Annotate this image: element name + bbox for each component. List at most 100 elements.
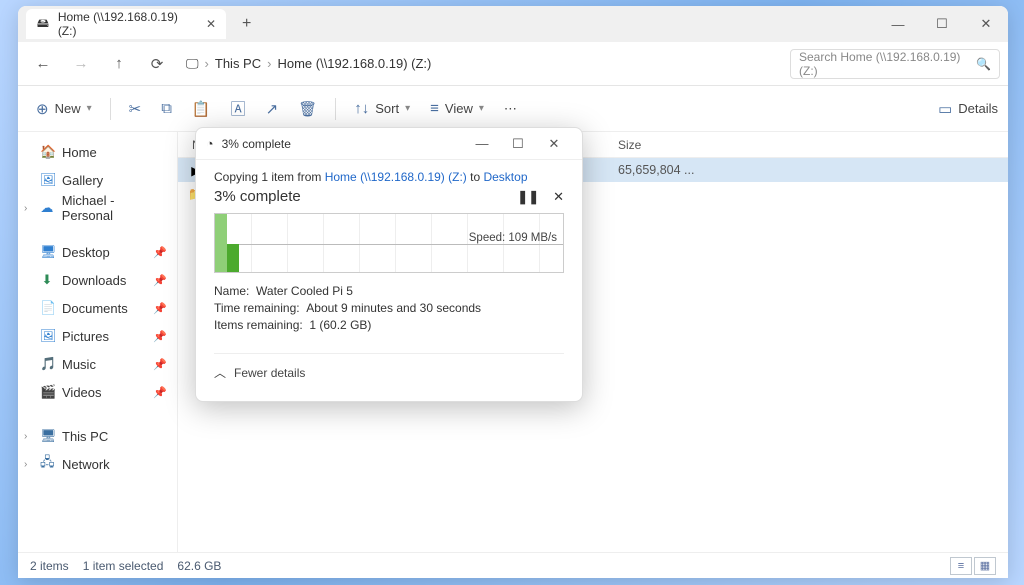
breadcrumb[interactable]: 🖵 › This PC › Home (\\192.168.0.19) (Z:) — [178, 49, 786, 79]
cut-button[interactable]: ✂ — [121, 93, 150, 125]
sidebar-item-network[interactable]: ›🖧Network — [18, 450, 177, 478]
forward-button[interactable]: → — [64, 47, 98, 81]
status-bar: 2 items 1 item selected 62.6 GB ≡ ▦ — [18, 552, 1008, 578]
sidebar-item-music[interactable]: 🎵Music📌 — [18, 350, 177, 378]
sidebar-item-home[interactable]: 🏠Home — [18, 138, 177, 166]
new-button[interactable]: ⊕New▾ — [28, 93, 100, 125]
dialog-maximize-button[interactable]: ☐ — [500, 136, 536, 152]
status-item-count: 2 items — [30, 559, 69, 573]
trash-icon: 🗑 — [298, 100, 317, 118]
window-controls: — ☐ ✕ — [876, 6, 1008, 42]
pc-icon: 🖥 — [40, 428, 54, 444]
paste-button[interactable]: 📋 — [184, 93, 219, 125]
pin-icon: 📌 — [153, 386, 167, 399]
details-icon: ▭ — [938, 100, 952, 118]
pin-icon: 📌 — [153, 302, 167, 315]
pin-icon: 📌 — [153, 330, 167, 343]
download-icon: ⬇ — [40, 272, 54, 288]
navigation-sidebar: 🏠Home 🖼Gallery ›☁Michael - Personal 🖥Des… — [18, 132, 178, 552]
tab-title: Home (\\192.168.0.19) (Z:) — [58, 10, 198, 38]
sidebar-item-videos[interactable]: 🎬Videos📌 — [18, 378, 177, 406]
share-button[interactable]: ↗ — [258, 93, 287, 125]
detail-time: About 9 minutes and 30 seconds — [306, 301, 481, 315]
copy-progress-dialog: ◔ 3% complete — ☐ ✕ Copying 1 item from … — [195, 127, 583, 402]
sort-icon: ↑↓ — [354, 100, 369, 117]
document-icon: 📄 — [40, 300, 54, 316]
close-tab-icon[interactable]: ✕ — [206, 17, 216, 31]
video-icon: 🎬 — [40, 384, 54, 400]
chevron-right-icon: › — [24, 431, 27, 442]
sidebar-item-onedrive[interactable]: ›☁Michael - Personal — [18, 194, 177, 222]
details-pane-button[interactable]: ▭Details — [938, 100, 998, 118]
tab-bar: 🖴 Home (\\192.168.0.19) (Z:) ✕ + — ☐ ✕ — [18, 6, 1008, 42]
gallery-icon: 🖼 — [40, 172, 54, 188]
pause-button[interactable]: ❚❚ — [517, 189, 539, 205]
progress-percent: 3% complete — [214, 188, 301, 205]
chevron-right-icon: › — [24, 203, 27, 214]
dialog-close-button[interactable]: ✕ — [536, 136, 572, 152]
chevron-up-icon: ︿ — [214, 364, 226, 381]
refresh-button[interactable]: ⟳ — [140, 47, 174, 81]
progress-clock-icon: ◔ — [206, 137, 214, 151]
more-icon: ⋯ — [504, 101, 517, 117]
source-link[interactable]: Home (\\192.168.0.19) (Z:) — [325, 170, 467, 184]
chevron-down-icon: ▾ — [87, 103, 92, 114]
chevron-down-icon: ▾ — [479, 103, 484, 114]
sidebar-item-downloads[interactable]: ⬇Downloads📌 — [18, 266, 177, 294]
sidebar-item-thispc[interactable]: ›🖥This PC — [18, 422, 177, 450]
chevron-right-icon: › — [24, 459, 27, 470]
breadcrumb-thispc[interactable]: This PC — [215, 56, 261, 71]
cloud-icon: ☁ — [40, 200, 54, 216]
maximize-button[interactable]: ☐ — [920, 6, 964, 42]
close-button[interactable]: ✕ — [964, 6, 1008, 42]
detail-name: Water Cooled Pi 5 — [256, 284, 353, 298]
minimize-button[interactable]: — — [876, 6, 920, 42]
pin-icon: 📌 — [153, 274, 167, 287]
share-icon: ↗ — [266, 100, 279, 118]
home-icon: 🏠 — [40, 144, 54, 160]
dialog-titlebar[interactable]: ◔ 3% complete — ☐ ✕ — [196, 128, 582, 160]
chevron-down-icon: ▾ — [405, 103, 410, 114]
desktop-icon: 🖥 — [40, 244, 54, 260]
pin-icon: 📌 — [153, 358, 167, 371]
up-button[interactable]: ↑ — [102, 47, 136, 81]
separator — [110, 98, 111, 120]
dialog-title: 3% complete — [222, 137, 291, 151]
dialog-minimize-button[interactable]: — — [464, 136, 500, 152]
copy-button[interactable]: ⧉ — [153, 93, 180, 125]
status-size: 62.6 GB — [177, 559, 221, 573]
breadcrumb-current[interactable]: Home (\\192.168.0.19) (Z:) — [277, 56, 431, 71]
search-input[interactable]: Search Home (\\192.168.0.19) (Z:) 🔍 — [790, 49, 1000, 79]
pictures-icon: 🖼 — [40, 328, 54, 344]
tab-home-network[interactable]: 🖴 Home (\\192.168.0.19) (Z:) ✕ — [26, 9, 226, 39]
scissors-icon: ✂ — [129, 100, 142, 118]
delete-button[interactable]: 🗑 — [290, 93, 325, 125]
status-selected: 1 item selected — [83, 559, 164, 573]
view-button[interactable]: ≡View▾ — [422, 93, 492, 125]
sidebar-item-gallery[interactable]: 🖼Gallery — [18, 166, 177, 194]
add-tab-button[interactable]: + — [234, 15, 259, 33]
view-mode-buttons: ≡ ▦ — [950, 557, 996, 575]
column-size[interactable]: Size — [618, 138, 738, 152]
chevron-right-icon: › — [267, 56, 271, 71]
sidebar-item-desktop[interactable]: 🖥Desktop📌 — [18, 238, 177, 266]
details-view-button[interactable]: ≡ — [950, 557, 972, 575]
navigation-bar: ← → ↑ ⟳ 🖵 › This PC › Home (\\192.168.0.… — [18, 42, 1008, 86]
fewer-details-toggle[interactable]: ︿ Fewer details — [214, 353, 564, 387]
file-size: 65,659,804 ... — [618, 163, 738, 177]
sidebar-item-documents[interactable]: 📄Documents📌 — [18, 294, 177, 322]
destination-link[interactable]: Desktop — [483, 170, 527, 184]
copy-icon: ⧉ — [161, 100, 172, 117]
sort-button[interactable]: ↑↓Sort▾ — [346, 93, 418, 125]
more-button[interactable]: ⋯ — [496, 93, 525, 125]
transfer-details: Name: Water Cooled Pi 5 Time remaining: … — [214, 283, 564, 333]
rename-button[interactable]: 🄰 — [223, 93, 254, 125]
speed-graph: Speed: 109 MB/s — [214, 213, 564, 273]
command-toolbar: ⊕New▾ ✂ ⧉ 📋 🄰 ↗ 🗑 ↑↓Sort▾ ≡View▾ ⋯ ▭Deta… — [18, 86, 1008, 132]
network-icon: 🖧 — [40, 453, 54, 475]
back-button[interactable]: ← — [26, 47, 60, 81]
sidebar-item-pictures[interactable]: 🖼Pictures📌 — [18, 322, 177, 350]
drive-icon: 🖴 — [36, 14, 50, 35]
cancel-button[interactable]: ✕ — [553, 189, 564, 205]
icons-view-button[interactable]: ▦ — [974, 557, 996, 575]
